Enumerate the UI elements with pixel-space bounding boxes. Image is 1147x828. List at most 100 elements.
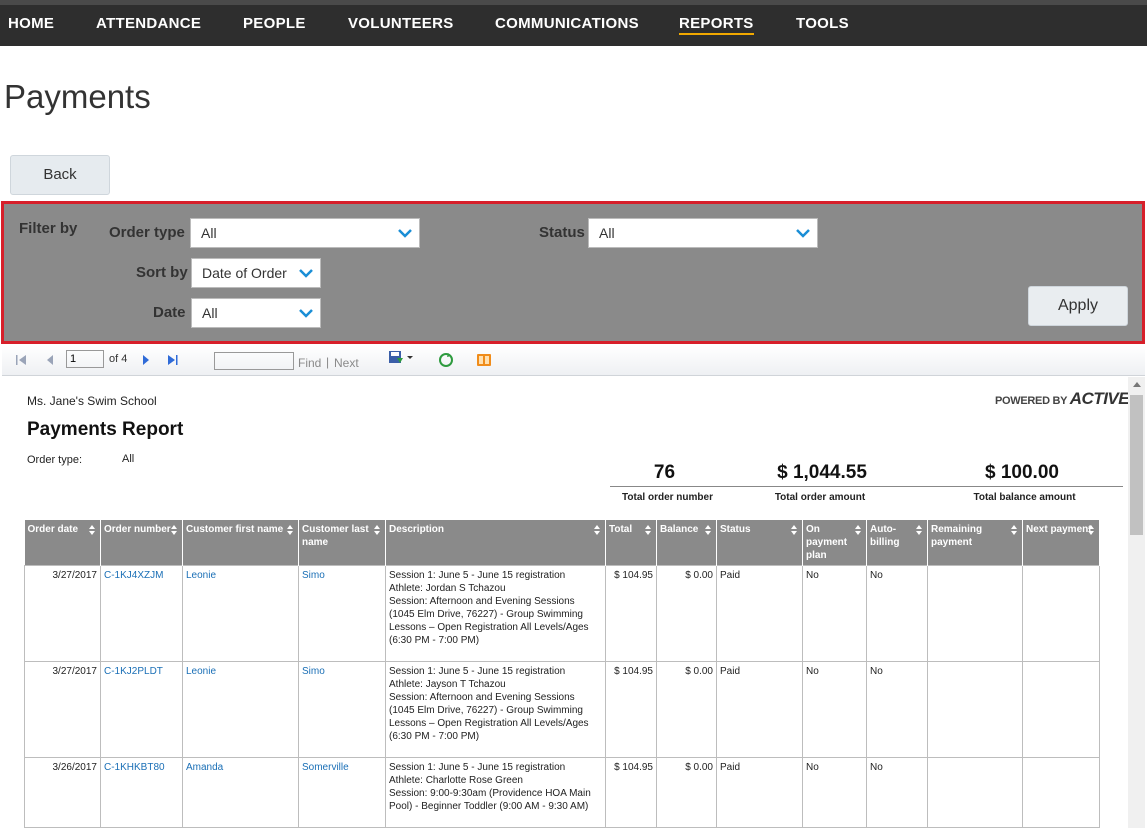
sort-icon[interactable] [1010, 524, 1018, 536]
column-header-label: On payment plan [806, 524, 848, 561]
balance-cell: $ 0.00 [656, 565, 717, 662]
column-header[interactable]: Auto-billing [866, 520, 928, 566]
nav-reports[interactable]: REPORTS [679, 15, 754, 35]
column-header-label: Order date [27, 524, 79, 535]
find-input[interactable] [214, 352, 294, 370]
sort-icon[interactable] [1087, 524, 1095, 536]
first-name-cell-text[interactable]: Amanda [186, 762, 223, 773]
order-number-cell[interactable]: C-1KJ4XZJM [100, 565, 183, 662]
refresh-icon[interactable] [438, 352, 454, 368]
sort-icon[interactable] [373, 524, 381, 536]
order-number-cell-text[interactable]: C-1KJ4XZJM [104, 570, 163, 581]
order-number-cell[interactable]: C-1KHKBT80 [100, 757, 183, 828]
order-type-value: All [201, 225, 217, 241]
column-header[interactable]: Remaining payment [927, 520, 1023, 566]
sort-icon[interactable] [593, 524, 601, 536]
column-header[interactable]: Description [385, 520, 606, 566]
status-cell-text: Paid [720, 666, 741, 677]
previous-page-icon[interactable] [42, 352, 58, 368]
chevron-down-icon [299, 309, 313, 318]
nav-attendance[interactable]: ATTENDANCE [96, 15, 201, 32]
vertical-scrollbar[interactable] [1128, 377, 1145, 828]
find-link[interactable]: Find [298, 356, 321, 370]
description-line: Athlete: Jayson T Tchazou [389, 679, 506, 690]
status-value: All [599, 225, 615, 241]
sort-by-value: Date of Order [202, 265, 287, 281]
back-button[interactable]: Back [10, 155, 110, 195]
auto-billing-cell-text: No [870, 666, 883, 677]
column-header[interactable]: Order date [24, 520, 101, 566]
scroll-up-arrow[interactable] [1133, 382, 1141, 387]
column-header[interactable]: Next payment [1022, 520, 1100, 566]
sort-icon[interactable] [88, 524, 96, 536]
status-cell: Paid [716, 757, 803, 828]
column-header-label: Auto-billing [870, 524, 900, 548]
order-number-cell[interactable]: C-1KJ2PLDT [100, 661, 183, 758]
column-header[interactable]: Customer last name [298, 520, 386, 566]
last-name-cell[interactable]: Simo [298, 565, 386, 662]
last-name-cell[interactable]: Somerville [298, 757, 386, 828]
sort-icon[interactable] [915, 524, 923, 536]
nav-home[interactable]: HOME [8, 15, 54, 32]
column-header[interactable]: Status [716, 520, 803, 566]
sort-icon[interactable] [854, 524, 862, 536]
next-link[interactable]: Next [334, 356, 359, 370]
last-name-cell-text[interactable]: Simo [302, 666, 325, 677]
nav-people[interactable]: PEOPLE [243, 15, 306, 32]
first-name-cell[interactable]: Leonie [182, 661, 299, 758]
date-select[interactable]: All [191, 298, 321, 328]
remaining-payment-cell [927, 661, 1023, 758]
first-page-icon[interactable] [14, 352, 30, 368]
last-page-icon[interactable] [164, 352, 180, 368]
sort-icon[interactable] [170, 524, 178, 536]
status-select[interactable]: All [588, 218, 818, 248]
export-icon[interactable] [388, 349, 414, 365]
first-name-cell[interactable]: Amanda [182, 757, 299, 828]
payment-plan-cell: No [802, 565, 867, 662]
nav-communications[interactable]: COMMUNICATIONS [495, 15, 639, 32]
first-name-cell[interactable]: Leonie [182, 565, 299, 662]
sort-icon[interactable] [790, 524, 798, 536]
nav-volunteers[interactable]: VOLUNTEERS [348, 15, 454, 32]
nav-tools[interactable]: TOOLS [796, 15, 849, 32]
total-balance-label: Total balance amount [973, 492, 1076, 503]
status-cell-text: Paid [720, 762, 741, 773]
total-cell: $ 104.95 [605, 757, 657, 828]
next-payment-cell [1022, 757, 1100, 828]
sort-by-label: Sort by [136, 264, 188, 281]
sort-icon[interactable] [704, 524, 712, 536]
sort-icon[interactable] [644, 524, 652, 536]
status-cell: Paid [716, 565, 803, 662]
column-header[interactable]: Order number [100, 520, 183, 566]
order-number-cell-text[interactable]: C-1KJ2PLDT [104, 666, 163, 677]
sort-icon[interactable] [286, 524, 294, 536]
order-date-cell-text: 3/27/2017 [52, 570, 98, 581]
active-brand: ACTIVE [1069, 389, 1130, 408]
payment-plan-cell-text: No [806, 666, 819, 677]
first-name-cell-text[interactable]: Leonie [186, 666, 216, 677]
table-row: 3/26/2017 C-1KHKBT80 Amanda Somerville Sessi… [24, 757, 1100, 828]
last-name-cell[interactable]: Simo [298, 661, 386, 758]
sort-by-select[interactable]: Date of Order [191, 258, 321, 288]
scroll-thumb[interactable] [1130, 395, 1143, 535]
apply-button[interactable]: Apply [1028, 286, 1128, 326]
first-name-cell-text[interactable]: Leonie [186, 570, 216, 581]
column-header[interactable]: Customer first name [182, 520, 299, 566]
report-viewer: Ms. Jane's Swim School POWERED BY ACTIVE… [2, 377, 1145, 828]
filter-panel: Filter by Order type All Status All Sort… [1, 201, 1145, 344]
column-header[interactable]: Total [605, 520, 657, 566]
payment-plan-cell: No [802, 661, 867, 758]
order-number-cell-text[interactable]: C-1KHKBT80 [104, 762, 165, 773]
last-name-cell-text[interactable]: Simo [302, 570, 325, 581]
total-cell: $ 104.95 [605, 565, 657, 662]
last-name-cell-text[interactable]: Somerville [302, 762, 349, 773]
payments-table: Order date Order number Customer first nam… [24, 520, 1100, 828]
description-line: Athlete: Charlotte Rose Green [389, 775, 523, 786]
order-type-select[interactable]: All [190, 218, 420, 248]
page-number-input[interactable]: 1 [66, 350, 104, 368]
column-header[interactable]: On payment plan [802, 520, 867, 566]
print-layout-icon[interactable] [476, 352, 492, 368]
column-header[interactable]: Balance [656, 520, 717, 566]
next-page-icon[interactable] [138, 352, 154, 368]
filter-by-label: Filter by [19, 220, 78, 237]
